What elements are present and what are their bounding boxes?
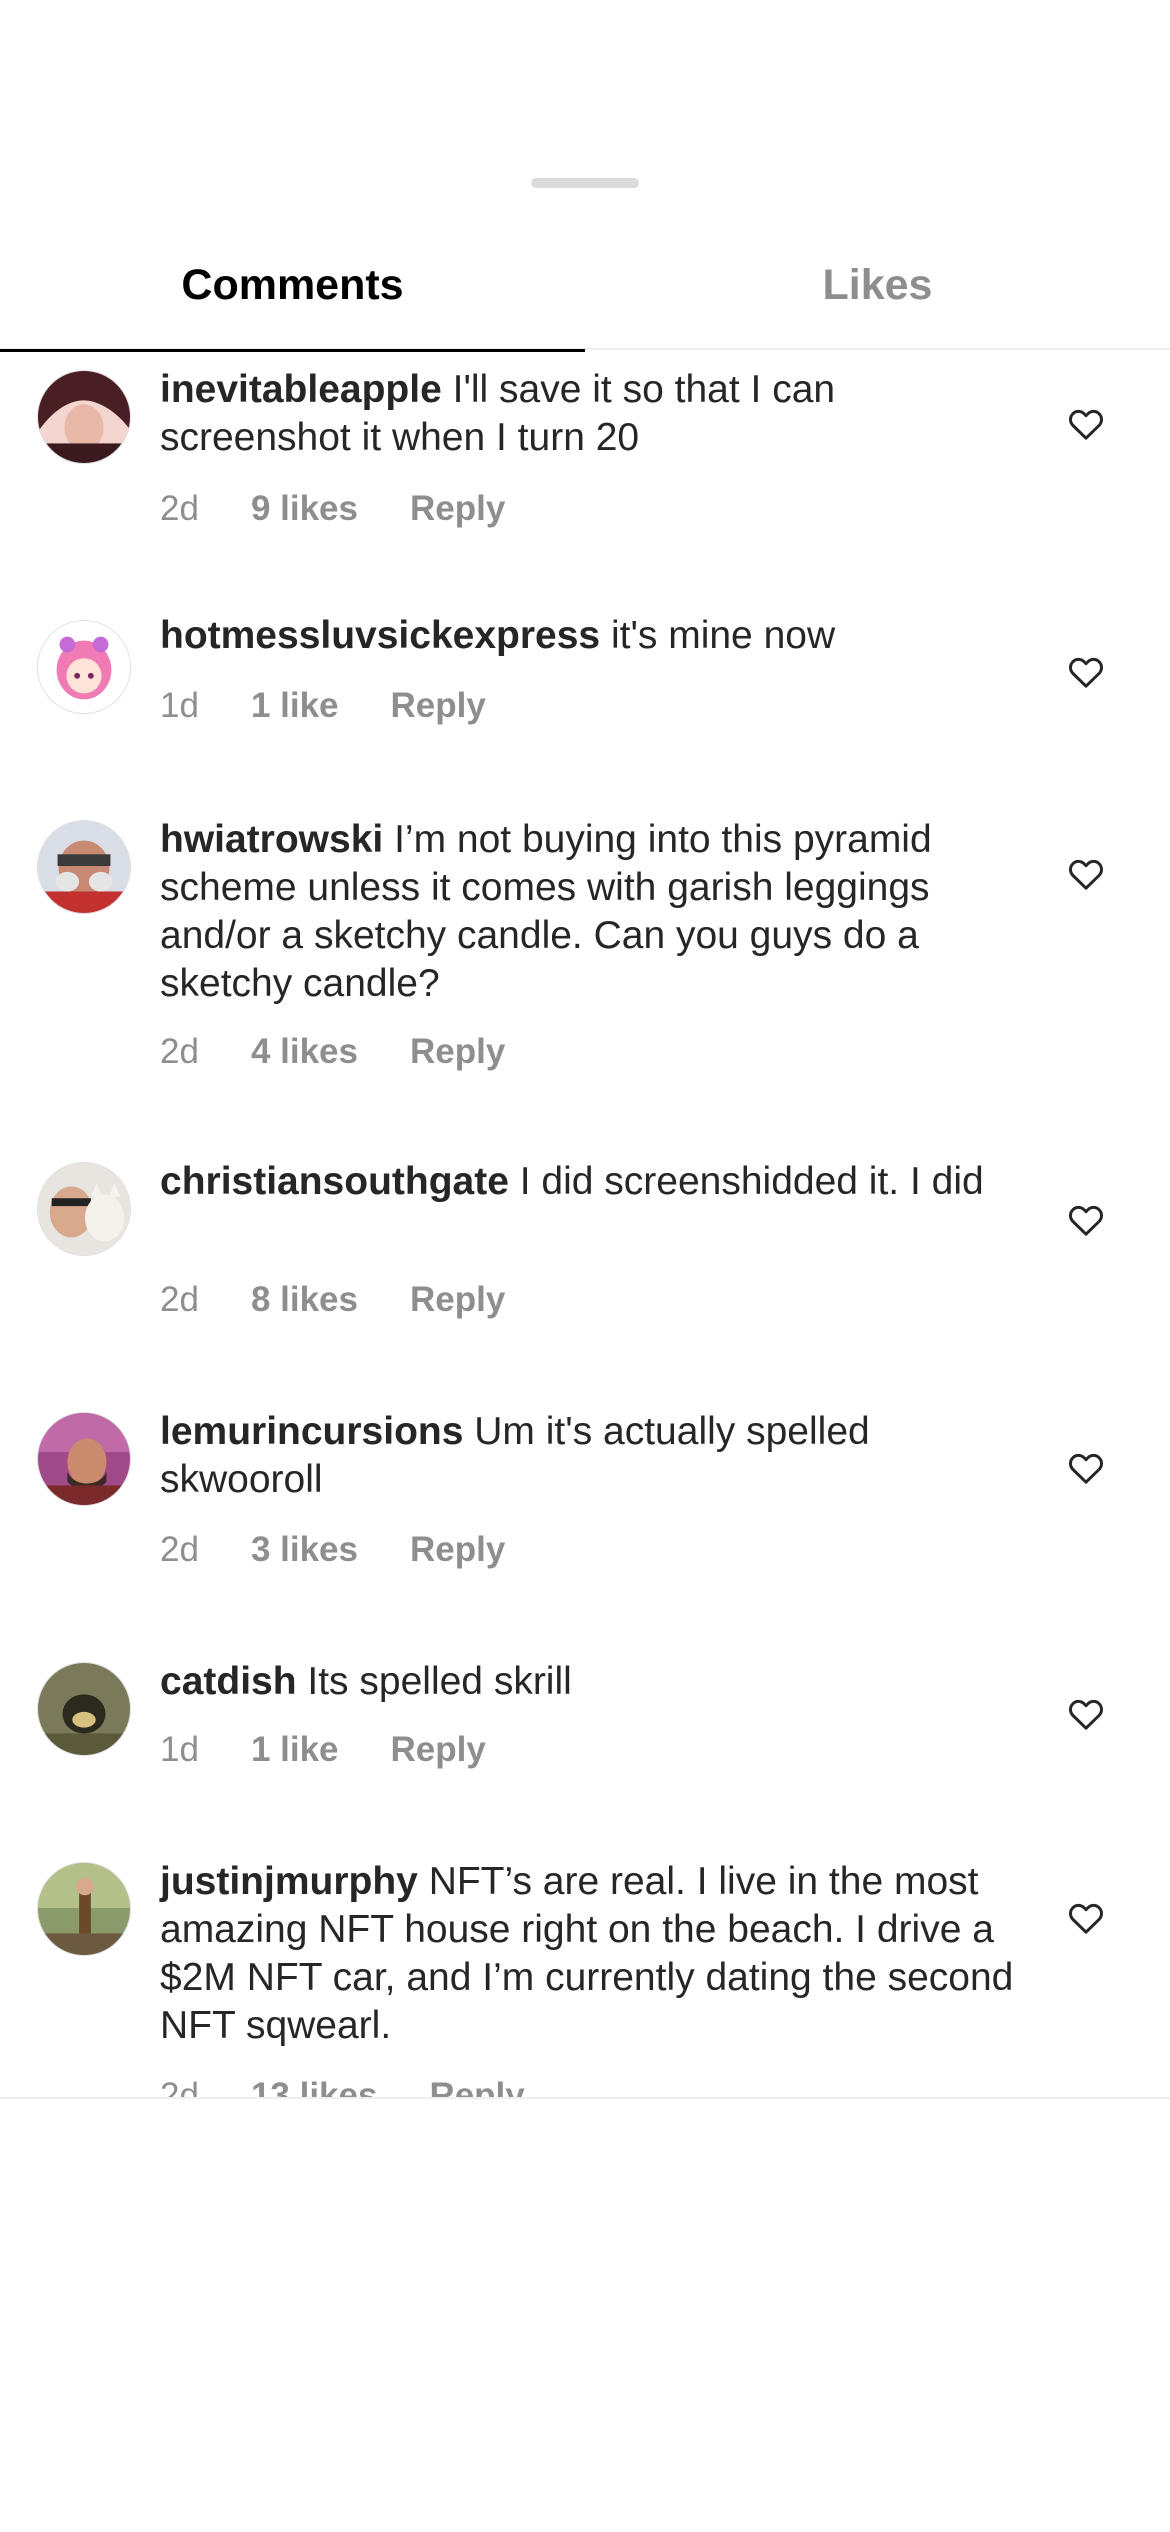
comment-body: hotmessluvsickexpress it's mine now [160,612,1020,660]
comment-list[interactable]: inevitableapple I'll save it so that I c… [0,352,1170,2098]
tab-bar: Comments Likes [0,220,1170,352]
comment-likes[interactable]: 3 likes [251,1530,358,1570]
comment-username[interactable]: hwiatrowski [160,818,383,861]
comment-likes[interactable]: 1 like [251,1730,339,1770]
reply-button[interactable]: Reply [410,1032,505,1072]
avatar[interactable] [37,1162,131,1256]
top-blank-area [0,0,1170,180]
comment-body: catdish Its spelled skrill [160,1658,1020,1706]
comment-likes[interactable]: 4 likes [251,1032,358,1072]
comment-meta: 2d 13 likes Reply [160,2076,577,2098]
tab-comments[interactable]: Comments [0,220,585,352]
heart-icon[interactable] [1066,1448,1106,1488]
heart-icon[interactable] [1066,1200,1106,1240]
comment-age: 2d [160,1280,199,1319]
comment-body: lemurincursions Um it's actually spelled… [160,1408,1020,1504]
comment-username[interactable]: lemurincursions [160,1410,463,1453]
comment-username[interactable]: inevitableapple [160,368,442,411]
reply-button[interactable]: Reply [410,489,505,529]
comment-username[interactable]: hotmessluvsickexpress [160,614,600,657]
avatar[interactable] [37,1412,131,1506]
comments-sheet: Comments Likes inevitableapple I'll save… [0,0,1170,2532]
comment-meta: 2d 9 likes Reply [160,489,557,529]
avatar[interactable] [37,1662,131,1756]
bottom-blank-area [0,2099,1170,2532]
reply-button[interactable]: Reply [391,686,486,726]
comment-likes[interactable]: 9 likes [251,489,358,529]
comment-username[interactable]: catdish [160,1660,297,1703]
comment-body: hwiatrowski I’m not buying into this pyr… [160,816,1020,1008]
avatar[interactable] [37,820,131,914]
heart-icon[interactable] [1066,1898,1106,1938]
comment-age: 2d [160,2076,199,2098]
comment-text: I did screenshidded it. I did [519,1160,984,1203]
comment-likes[interactable]: 1 like [251,686,339,726]
comment-meta: 2d 3 likes Reply [160,1530,557,1570]
comment-meta: 2d 4 likes Reply [160,1032,557,1072]
reply-button[interactable]: Reply [391,1730,486,1770]
comment-age: 1d [160,1730,199,1769]
avatar[interactable] [37,620,131,714]
comment-likes[interactable]: 13 likes [251,2076,378,2098]
heart-icon[interactable] [1066,1694,1106,1734]
comment-username[interactable]: christiansouthgate [160,1160,509,1203]
comment-text: Its spelled skrill [307,1660,572,1703]
comment-age: 2d [160,1032,199,1071]
comment-age: 2d [160,489,199,528]
comment-meta: 1d 1 like Reply [160,1730,538,1770]
reply-button[interactable]: Reply [410,1280,505,1320]
comment-text: it's mine now [610,614,836,657]
avatar[interactable] [37,370,131,464]
avatar[interactable] [37,1862,131,1956]
comment-age: 2d [160,1530,199,1569]
reply-button[interactable]: Reply [410,1530,505,1570]
sheet-drag-handle[interactable] [531,178,639,188]
comment-likes[interactable]: 8 likes [251,1280,358,1320]
comment-age: 1d [160,686,199,725]
comment-body: justinjmurphy NFT’s are real. I live in … [160,1858,1020,2050]
comment-meta: 2d 8 likes Reply [160,1280,557,1320]
heart-icon[interactable] [1066,854,1106,894]
comment-username[interactable]: justinjmurphy [160,1860,418,1903]
comment-body: christiansouthgate I did screenshidded i… [160,1158,1020,1206]
heart-icon[interactable] [1066,404,1106,444]
comment-meta: 1d 1 like Reply [160,686,538,726]
tab-likes[interactable]: Likes [585,220,1170,350]
comment-body: inevitableapple I'll save it so that I c… [160,366,1020,462]
heart-icon[interactable] [1066,652,1106,692]
reply-button[interactable]: Reply [429,2076,524,2098]
